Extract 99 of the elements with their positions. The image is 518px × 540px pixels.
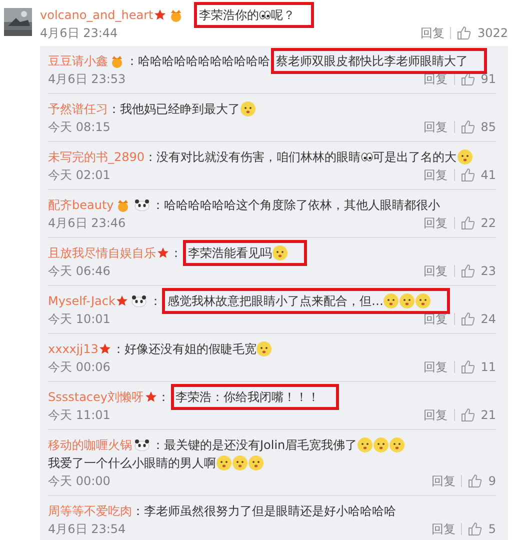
reply-link[interactable]: 回复 — [424, 118, 448, 136]
reply-link[interactable]: 回复 — [424, 166, 448, 184]
comment-time: 今天 06:46 — [48, 263, 110, 280]
comment-text: 我爱了一个什么小眼睛的男人啊 — [48, 455, 216, 472]
like-count: 22 — [480, 215, 496, 232]
user-name[interactable]: Sssstacey刘懒呀 — [48, 388, 144, 406]
emoji-face-icon — [415, 293, 432, 309]
emoji-face-icon — [456, 149, 473, 165]
like-count: 11 — [480, 359, 496, 376]
thumbs-up-icon[interactable] — [460, 312, 475, 326]
emoji-face-icon — [240, 101, 256, 117]
comment-text: 呢？ — [271, 7, 296, 24]
reply-link[interactable]: 回复 — [424, 358, 448, 376]
like-count: 5 — [488, 521, 496, 538]
panda-icon — [131, 295, 148, 307]
reply-link[interactable]: 回复 — [431, 520, 456, 538]
comment-text: 李荣浩能看见吗 — [188, 245, 272, 262]
comment-text: ：哈哈哈哈哈哈哈哈哈哈哈 — [126, 53, 270, 70]
comment-time: 今天 00:06 — [48, 359, 110, 376]
like-count: 24 — [480, 311, 496, 328]
user-name[interactable]: 配齐beauty — [48, 196, 114, 214]
user-name[interactable]: volcano_and_heart — [40, 6, 154, 24]
user-name[interactable]: 周等等不爱吃肉 — [48, 502, 132, 520]
star-icon — [157, 247, 169, 259]
crown-icon — [169, 8, 184, 22]
thumbs-up-icon[interactable] — [460, 408, 475, 422]
user-name[interactable]: 且放我尽情自娱自乐 — [48, 244, 156, 262]
emoji-face-icon — [232, 455, 248, 471]
reply-link[interactable]: 回复 — [424, 262, 448, 280]
comment-time: 今天 00:00 — [48, 473, 110, 490]
user-name[interactable]: 予然谱任习 — [48, 100, 108, 118]
emoji-face-icon — [383, 293, 400, 309]
comment-time: 4月6日 23:53 — [48, 71, 126, 88]
comment-time: 今天 11:01 — [48, 407, 110, 424]
comment-time: 今天 02:01 — [48, 167, 110, 184]
thumbs-up-icon[interactable] — [460, 216, 475, 230]
comment-text: ： — [149, 293, 162, 310]
user-name[interactable]: xxxxjj13 — [48, 340, 98, 358]
star-icon — [144, 391, 157, 403]
emoji-face-icon — [256, 341, 272, 357]
reply-link[interactable]: 回复 — [424, 70, 448, 88]
emoji-face-icon — [272, 245, 288, 261]
crown-icon — [116, 198, 130, 212]
emoji-face-icon — [357, 437, 374, 453]
thumbs-up-icon[interactable] — [457, 26, 472, 40]
star-icon — [99, 343, 112, 355]
emoji-face-icon — [216, 455, 232, 471]
reply-link[interactable]: 回复 — [420, 24, 444, 42]
comment-text: ：最关键的是还没有Jolin眉毛宽我佛了 — [152, 437, 358, 454]
thumbs-up-icon[interactable] — [460, 120, 475, 134]
like-count: 91 — [480, 71, 496, 88]
comment-text: ：我他妈已经睁到最大了 — [108, 101, 240, 118]
like-count: 3022 — [477, 25, 508, 42]
user-name[interactable]: Myself-Jack — [48, 292, 116, 310]
panda-icon — [134, 199, 150, 211]
comment-time: 4月6日 23:44 — [40, 25, 118, 42]
comment-time: 4月6日 23:46 — [48, 215, 126, 232]
eyes-icon — [259, 10, 272, 20]
emoji-face-icon — [373, 437, 390, 453]
comment-text: 可是出了名的大 — [372, 149, 457, 166]
comment-text: ： — [170, 245, 182, 262]
comment-time: 今天 08:15 — [48, 119, 110, 136]
comment-text: 李荣浩你的 — [199, 7, 260, 24]
thumbs-up-icon[interactable] — [468, 522, 482, 536]
like-count: 23 — [480, 263, 496, 280]
user-name[interactable]: 豆豆请小鑫 — [48, 52, 108, 70]
star-icon — [116, 295, 128, 307]
eyes-icon — [360, 152, 373, 162]
comment-text: ：没有对比就没有伤害，咱们林林的眼睛 — [144, 149, 361, 166]
comment-text: 李荣浩：你给我闭嘴！！！ — [176, 389, 320, 406]
like-count: 9 — [488, 473, 496, 490]
comment-text: ：好像还没有姐的假睫毛宽 — [112, 341, 256, 358]
thumbs-up-icon[interactable] — [460, 264, 475, 278]
comment-time: 今天 10:01 — [48, 311, 110, 328]
emoji-face-icon — [399, 293, 416, 309]
comment-text: ： — [158, 389, 170, 406]
user-name[interactable]: 未写完的书_2890 — [48, 148, 145, 166]
comment-text: ：哈哈哈哈哈哈这个角度除了依林，其他人眼睛都很小 — [152, 197, 440, 214]
reply-link[interactable]: 回复 — [424, 310, 448, 328]
like-count: 85 — [480, 119, 496, 136]
thumbs-up-icon[interactable] — [468, 474, 482, 488]
reply-link[interactable]: 回复 — [424, 406, 448, 424]
star-icon — [154, 9, 166, 21]
comment-text: 蔡老师双眼皮都快比李老师眼睛大了 — [276, 53, 468, 70]
emoji-face-icon — [248, 455, 264, 471]
like-count: 41 — [480, 167, 496, 184]
comment-text: ：李老师虽然很努力了但是眼睛还是好小哈哈哈哈 — [132, 503, 396, 520]
reply-link[interactable]: 回复 — [431, 472, 456, 490]
emoji-face-icon — [389, 437, 406, 453]
user-name[interactable]: 移动的咖喱火锅 — [48, 436, 132, 454]
comment-text: 感觉我林故意把眼睛小了点来配合，但… — [167, 293, 384, 310]
crown-icon — [110, 54, 124, 68]
like-count: 21 — [480, 407, 496, 424]
thumbs-up-icon[interactable] — [460, 360, 475, 374]
comment-time: 4月6日 23:54 — [48, 521, 126, 538]
reply-link[interactable]: 回复 — [424, 214, 448, 232]
thumbs-up-icon[interactable] — [460, 72, 475, 86]
thumbs-up-icon[interactable] — [460, 168, 475, 182]
panda-icon — [134, 439, 150, 451]
